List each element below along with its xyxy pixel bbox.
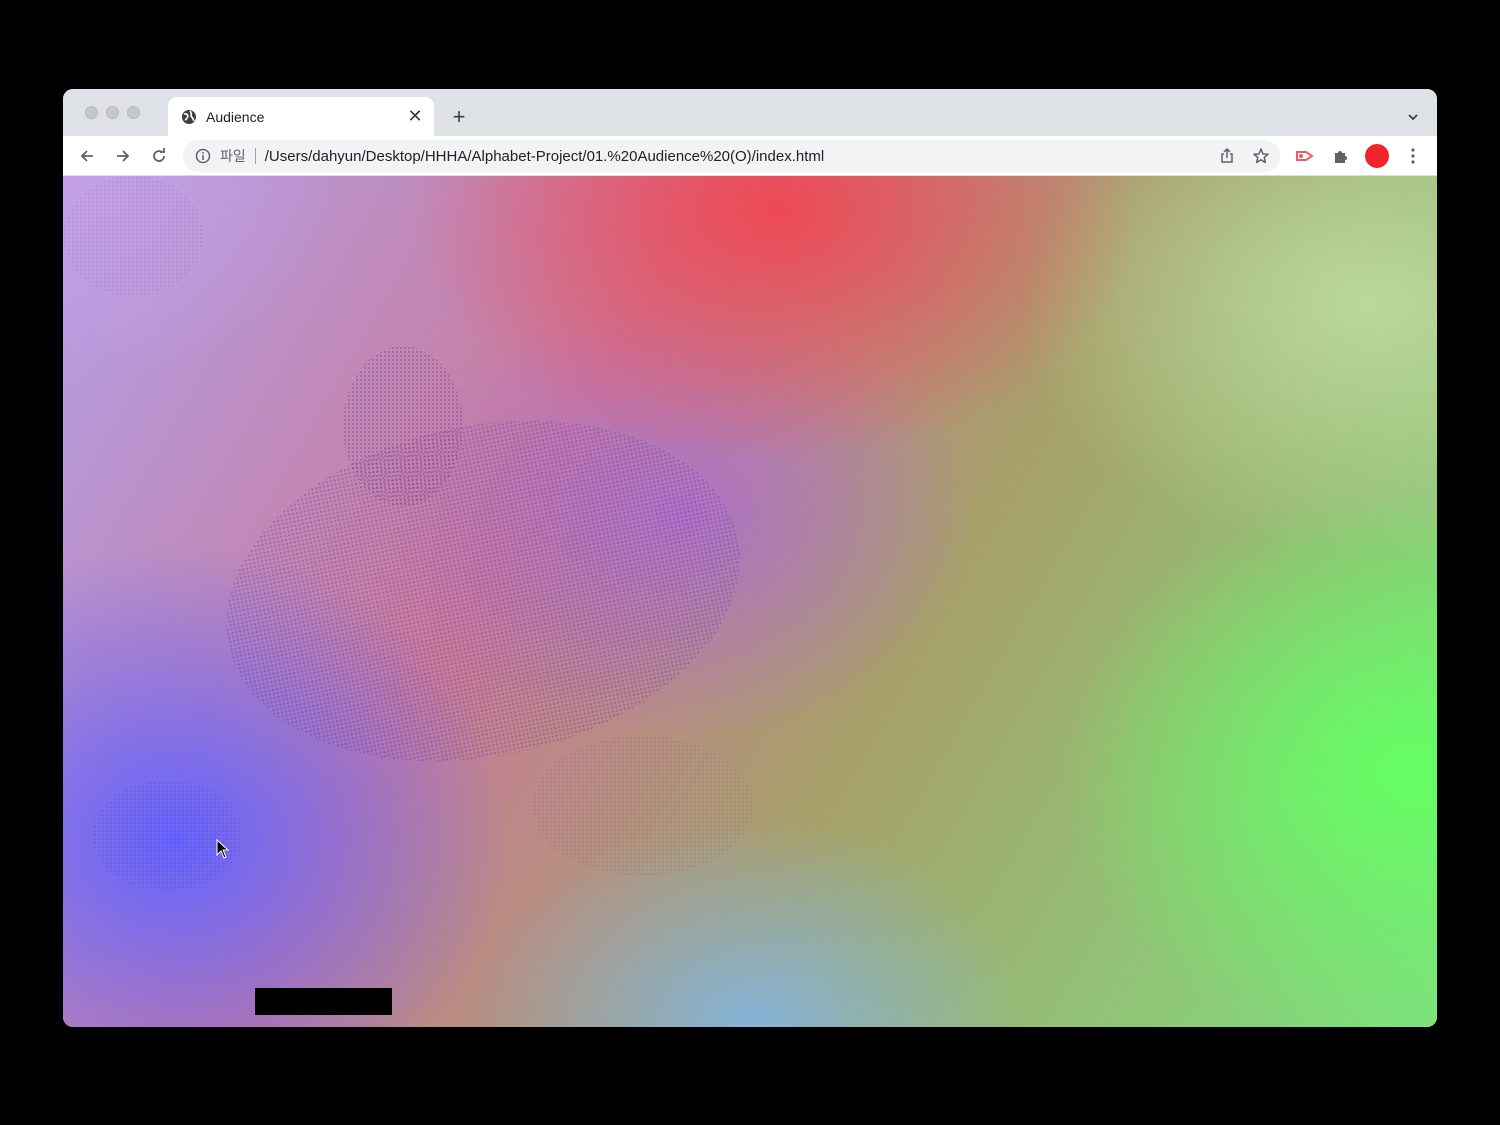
minimize-window-button[interactable] <box>106 106 119 119</box>
kebab-menu-icon[interactable] <box>1400 143 1426 169</box>
extension-arrow-icon[interactable] <box>1292 143 1318 169</box>
tab-strip: Audience ✕ + <box>63 89 1437 136</box>
globe-icon <box>180 108 198 126</box>
new-tab-button[interactable]: + <box>445 104 473 129</box>
zoom-window-button[interactable] <box>127 106 140 119</box>
avatar <box>1365 144 1389 168</box>
arrow-right-icon <box>117 150 130 162</box>
tab-title: Audience <box>206 108 265 125</box>
scheme-label: 파일 <box>220 148 246 164</box>
address-bar[interactable]: 파일 /Users/dahyun/Desktop/HHHA/Alphabet-P… <box>183 140 1280 172</box>
omnibox-divider <box>254 148 256 164</box>
arrow-left-icon <box>80 150 93 162</box>
back-button[interactable] <box>74 143 100 169</box>
forward-button[interactable] <box>110 143 136 169</box>
page-canvas[interactable] <box>63 176 1437 1027</box>
tab-search-chevron-icon[interactable] <box>1401 105 1425 129</box>
dot-pattern <box>63 176 203 296</box>
tab-audience[interactable]: Audience ✕ <box>168 97 434 136</box>
info-icon[interactable] <box>194 147 212 165</box>
puzzle-icon[interactable] <box>1328 143 1354 169</box>
close-tab-icon[interactable]: ✕ <box>404 106 426 128</box>
close-window-button[interactable] <box>85 106 98 119</box>
browser-window: Audience ✕ + 파일 /Users/dahyun/Desktop/HH… <box>63 89 1437 1027</box>
black-bar <box>255 988 392 1015</box>
url-text[interactable]: /Users/dahyun/Desktop/HHHA/Alphabet-Proj… <box>265 148 1212 165</box>
reload-button[interactable] <box>146 143 172 169</box>
reload-icon <box>153 148 165 162</box>
bookmark-star-icon[interactable] <box>1246 141 1276 171</box>
mouse-cursor-icon <box>216 839 230 859</box>
dot-pattern <box>93 781 243 891</box>
window-controls <box>85 106 140 119</box>
profile-avatar[interactable] <box>1364 143 1390 169</box>
share-icon[interactable] <box>1212 141 1242 171</box>
dot-pattern <box>533 736 753 876</box>
dot-pattern <box>343 346 463 506</box>
toolbar: 파일 /Users/dahyun/Desktop/HHHA/Alphabet-P… <box>63 136 1437 176</box>
